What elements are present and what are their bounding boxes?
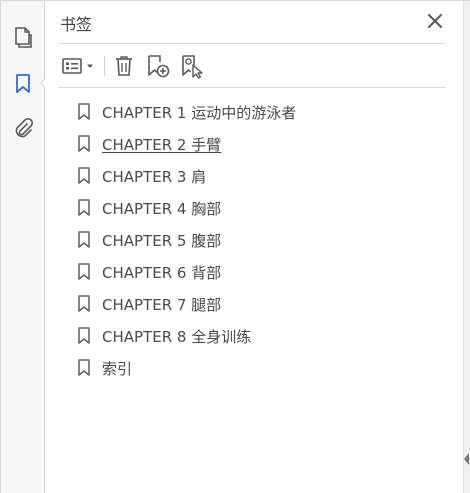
bookmark-icon xyxy=(77,198,91,218)
paperclip-icon xyxy=(15,117,34,138)
bookmark-icon xyxy=(77,262,91,282)
delete-bookmark-button[interactable] xyxy=(112,51,136,81)
new-bookmark-icon xyxy=(148,55,170,78)
new-bookmark-button[interactable] xyxy=(144,51,172,81)
title-divider xyxy=(58,43,446,44)
trash-icon xyxy=(116,56,132,76)
bookmark-label: CHAPTER 2 手臂 xyxy=(102,135,222,154)
pages-icon xyxy=(15,27,32,48)
bookmark-item[interactable]: CHAPTER 2 手臂 xyxy=(77,128,296,160)
pane-splitter[interactable] xyxy=(463,1,470,493)
bookmark-label: CHAPTER 7 腿部 xyxy=(102,295,222,314)
bookmark-icon xyxy=(77,166,91,186)
bookmark-item[interactable]: CHAPTER 7 腿部 xyxy=(77,288,296,320)
bookmarks-window: 书签 CHAPTER 1 运动中的游泳者 CHAPTER 2 手臂 CHAPTE… xyxy=(0,0,470,493)
bookmark-list: CHAPTER 1 运动中的游泳者 CHAPTER 2 手臂 CHAPTER 3… xyxy=(77,96,296,384)
bookmark-icon xyxy=(77,230,91,250)
bookmark-label: CHAPTER 5 腹部 xyxy=(102,231,222,250)
bookmark-item[interactable]: CHAPTER 1 运动中的游泳者 xyxy=(77,96,296,128)
options-menu-icon xyxy=(62,58,93,74)
bookmark-label: CHAPTER 1 运动中的游泳者 xyxy=(102,103,297,122)
bookmark-item[interactable]: CHAPTER 4 胸部 xyxy=(77,192,296,224)
bookmark-item[interactable]: CHAPTER 5 腹部 xyxy=(77,224,296,256)
bookmark-icon xyxy=(77,358,91,378)
attachments-button[interactable] xyxy=(9,115,37,143)
bookmark-label: CHAPTER 3 肩 xyxy=(102,167,207,186)
bookmark-item[interactable]: CHAPTER 3 肩 xyxy=(77,160,296,192)
bookmark-label: CHAPTER 8 全身训练 xyxy=(102,327,252,346)
bookmark-label: 索引 xyxy=(102,359,133,378)
find-current-bookmark-button[interactable] xyxy=(178,51,206,81)
bookmark-item[interactable]: CHAPTER 8 全身训练 xyxy=(77,320,296,352)
bookmark-icon xyxy=(16,74,30,93)
bookmark-item[interactable]: CHAPTER 6 背部 xyxy=(77,256,296,288)
find-current-bookmark-icon xyxy=(182,55,203,79)
toolbar-divider xyxy=(58,87,446,88)
toolbar-separator xyxy=(104,56,105,76)
navigation-rail xyxy=(1,1,45,493)
options-menu-button[interactable] xyxy=(60,51,98,81)
close-icon[interactable] xyxy=(426,12,444,30)
bookmark-icon xyxy=(77,134,91,154)
bookmarks-toolbar xyxy=(60,51,440,81)
bookmark-item[interactable]: 索引 xyxy=(77,352,296,384)
bookmarks-panel: 书签 CHAPTER 1 运动中的游泳者 CHAPTER 2 手臂 CHAPTE… xyxy=(45,1,470,493)
bookmark-icon xyxy=(77,294,91,314)
bookmarks-tab-button[interactable] xyxy=(9,70,37,98)
bookmark-icon xyxy=(77,326,91,346)
collapse-arrow-icon[interactable] xyxy=(464,453,469,465)
panel-title: 书签 xyxy=(60,15,93,34)
bookmark-label: CHAPTER 4 胸部 xyxy=(102,199,222,218)
page-thumbnails-button[interactable] xyxy=(9,23,37,51)
bookmark-icon xyxy=(77,102,91,122)
bookmark-label: CHAPTER 6 背部 xyxy=(102,263,222,282)
